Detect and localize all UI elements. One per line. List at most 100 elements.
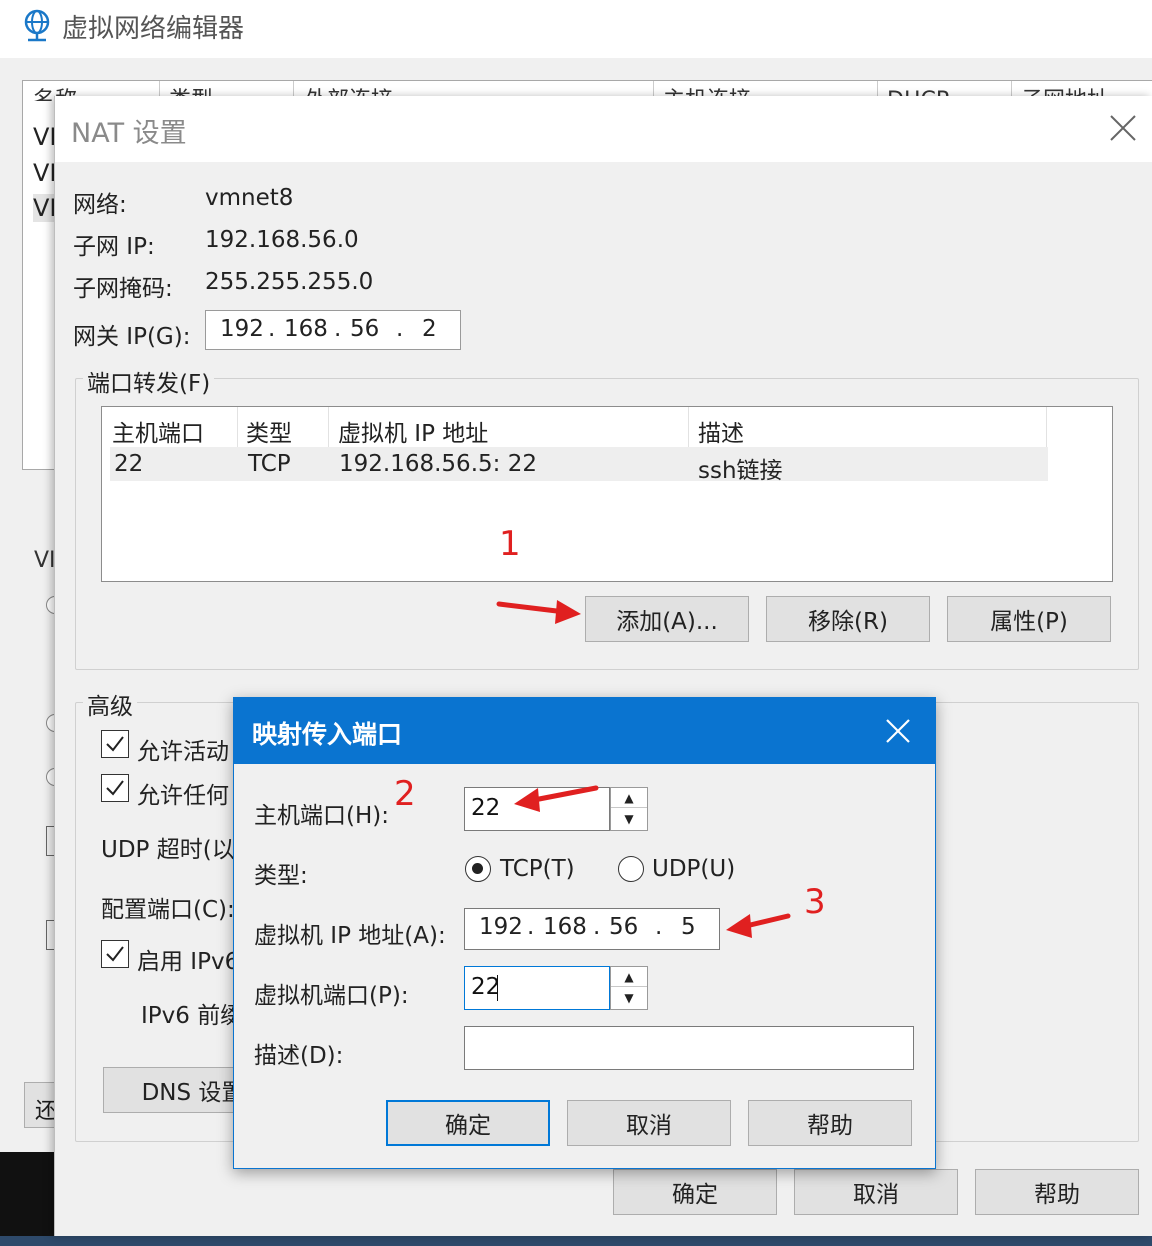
close-icon[interactable] — [882, 715, 914, 747]
vm-ip-octet[interactable]: 168 — [543, 914, 587, 940]
map-help-button[interactable]: 帮助 — [748, 1100, 912, 1146]
ip-dot: . — [268, 316, 276, 342]
ip-dot: . — [655, 914, 663, 940]
spin-up-icon[interactable]: ▲ — [611, 967, 647, 987]
vm-ip-octet[interactable]: 5 — [681, 914, 696, 940]
pf-table-row[interactable]: 22 TCP 192.168.56.5: 22 ssh链接 — [110, 447, 1048, 484]
pf-col-host-port[interactable]: 主机端口 — [112, 414, 204, 448]
vm-port-stepper[interactable]: ▲ ▼ — [610, 966, 648, 1010]
vne-titlebar: 虚拟网络编辑器 — [0, 0, 1152, 58]
map-cancel-button[interactable]: 取消 — [567, 1100, 731, 1146]
vne-row[interactable]: VI — [33, 159, 57, 187]
port-forwarding-legend: 端口转发(F) — [83, 364, 215, 398]
subnet-mask-value: 255.255.255.0 — [205, 269, 374, 295]
udp-timeout-label: UDP 超时(以 — [101, 837, 235, 863]
network-globe-icon — [24, 9, 50, 42]
pf-col-sep — [1046, 407, 1047, 449]
map-help-label: 帮助 — [807, 1113, 853, 1139]
enable-ipv6-checkbox[interactable] — [101, 940, 129, 968]
map-ok-label: 确定 — [445, 1113, 491, 1139]
gateway-ip-octet[interactable]: 56 — [350, 316, 379, 342]
pf-cell-type: TCP — [248, 451, 291, 477]
add-port-button[interactable]: 添加(A)... — [585, 596, 749, 642]
annotation-arrow-icon — [726, 913, 791, 938]
vm-ip-field[interactable]: 192 . 168 . 56 . 5 — [464, 908, 720, 950]
ipv6-prefix-label: IPv6 前缀 — [141, 1003, 244, 1029]
pf-col-type[interactable]: 类型 — [246, 414, 292, 448]
vm-port-input[interactable]: 22 — [464, 966, 610, 1010]
remove-port-button[interactable]: 移除(R) — [766, 596, 930, 642]
map-title: 映射传入端口 — [252, 720, 403, 749]
spin-down-icon[interactable]: ▼ — [611, 809, 647, 829]
pf-cell-vm-address: 192.168.56.5: 22 — [339, 451, 537, 477]
nat-cancel-label: 取消 — [853, 1182, 899, 1208]
ip-dot: . — [527, 914, 535, 940]
radio-selected-dot — [472, 863, 483, 874]
checkmark-icon — [106, 736, 124, 752]
vm-ip-octet[interactable]: 192 — [479, 914, 523, 940]
pf-col-description[interactable]: 描述 — [698, 414, 744, 448]
port-properties-button[interactable]: 属性(P) — [947, 596, 1111, 642]
nat-cancel-button[interactable]: 取消 — [794, 1169, 958, 1215]
tcp-label: TCP(T) — [500, 856, 575, 882]
text-caret — [497, 975, 498, 1001]
host-port-label: 主机端口(H): — [254, 803, 389, 829]
map-incoming-port-dialog: 映射传入端口 主机端口(H): 2 22 ▲ ▼ 类型: TCP(T) UDP(… — [233, 697, 936, 1169]
close-icon[interactable] — [1107, 112, 1139, 144]
ip-dot: . — [334, 316, 342, 342]
allow-any-checkbox[interactable] — [101, 774, 129, 802]
remove-port-label: 移除(R) — [808, 609, 888, 635]
type-label: 类型: — [254, 863, 308, 889]
annotation-arrow-icon — [496, 600, 581, 624]
vne-section-label: VI — [34, 548, 56, 573]
network-value: vmnet8 — [205, 185, 294, 211]
gateway-ip-octet[interactable]: 192 — [220, 316, 264, 342]
subnet-ip-value: 192.168.56.0 — [205, 227, 359, 253]
gateway-ip-octet[interactable]: 2 — [422, 316, 437, 342]
pf-col-sep — [328, 407, 329, 449]
ip-dot: . — [593, 914, 601, 940]
vm-ip-octet[interactable]: 56 — [609, 914, 638, 940]
udp-radio[interactable] — [618, 856, 644, 882]
vne-restore-button[interactable]: 还 — [24, 1082, 57, 1128]
allow-active-label: 允许活动 — [137, 739, 229, 765]
nat-help-label: 帮助 — [1034, 1182, 1080, 1208]
checkmark-icon — [106, 946, 124, 962]
map-titlebar: 映射传入端口 — [234, 698, 935, 764]
port-forwarding-list[interactable]: 主机端口 类型 虚拟机 IP 地址 描述 22 TCP 192.168.56.5… — [101, 406, 1113, 582]
nat-title: NAT 设置 — [71, 118, 187, 149]
pf-col-sep — [688, 407, 689, 449]
nat-ok-button[interactable]: 确定 — [613, 1169, 777, 1215]
add-port-label: 添加(A)... — [616, 609, 718, 635]
vm-ip-label: 虚拟机 IP 地址(A): — [254, 923, 446, 949]
nat-titlebar: NAT 设置 — [55, 96, 1152, 162]
spin-down-icon[interactable]: ▼ — [611, 988, 647, 1008]
pf-col-vm-ip[interactable]: 虚拟机 IP 地址 — [338, 414, 488, 448]
spin-up-icon[interactable]: ▲ — [611, 788, 647, 808]
vne-title: 虚拟网络编辑器 — [62, 14, 245, 44]
gateway-ip-field[interactable]: 192 . 168 . 56 . 2 — [205, 310, 461, 350]
pf-col-sep — [237, 407, 238, 449]
map-ok-button[interactable]: 确定 — [386, 1100, 550, 1146]
subnet-mask-label: 子网掩码: — [73, 276, 173, 302]
host-port-value: 22 — [471, 795, 501, 821]
vne-row[interactable]: VI — [33, 123, 57, 151]
desktop-strip — [0, 1152, 54, 1236]
host-port-stepper[interactable]: ▲ ▼ — [610, 787, 648, 831]
allow-any-label: 允许任何 — [137, 783, 229, 809]
annotation-arrow-icon — [514, 785, 599, 812]
advanced-legend: 高级 — [83, 687, 137, 721]
description-input[interactable] — [464, 1026, 914, 1070]
network-label: 网络: — [73, 192, 127, 218]
pf-cell-description: ssh链接 — [698, 458, 783, 484]
gateway-label: 网关 IP(G): — [73, 324, 191, 350]
nat-help-button[interactable]: 帮助 — [975, 1169, 1139, 1215]
annotation-step-3: 3 — [804, 882, 826, 922]
map-cancel-label: 取消 — [626, 1113, 672, 1139]
allow-active-checkbox[interactable] — [101, 730, 129, 758]
port-properties-label: 属性(P) — [990, 609, 1068, 635]
tcp-radio[interactable] — [465, 856, 491, 882]
checkmark-icon — [106, 780, 124, 796]
gateway-ip-octet[interactable]: 168 — [284, 316, 328, 342]
vm-port-label: 虚拟机端口(P): — [254, 983, 409, 1009]
